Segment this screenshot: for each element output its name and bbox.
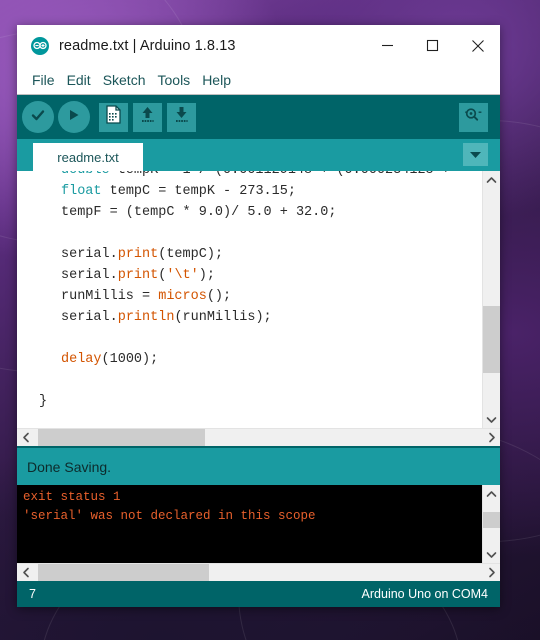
scroll-down-arrow[interactable]	[483, 411, 500, 428]
close-button[interactable]	[455, 25, 500, 66]
editor-hscroll-thumb[interactable]	[38, 429, 205, 446]
console-line: 'serial' was not declared in this scope	[23, 509, 316, 523]
scroll-right-arrow[interactable]	[483, 429, 500, 446]
console-hscroll-track[interactable]	[34, 564, 483, 581]
code-line: serial.println(runMillis);	[39, 307, 482, 328]
code-token: runMillis =	[61, 289, 159, 304]
code-line: delay(1000);	[39, 349, 482, 370]
line-number-indicator: 7	[29, 587, 36, 601]
save-sketch-button[interactable]	[167, 102, 196, 132]
toolbar	[17, 95, 500, 139]
code-token: serial.	[61, 310, 118, 325]
code-token: tempC = tempK - 273.15;	[101, 184, 296, 199]
serial-monitor-button[interactable]	[459, 102, 488, 132]
new-sketch-button[interactable]	[99, 102, 128, 132]
code-token: serial.	[61, 268, 118, 283]
console-scroll-down-arrow[interactable]	[483, 546, 500, 563]
board-port-indicator: Arduino Uno on COM4	[361, 587, 488, 601]
console-output[interactable]: exit status 1 'serial' was not declared i…	[17, 485, 482, 563]
code-token: delay	[61, 352, 102, 367]
console-line: exit status 1	[23, 490, 121, 504]
code-token: println	[117, 310, 175, 325]
console-area: exit status 1 'serial' was not declared i…	[17, 485, 500, 563]
editor-horizontal-scrollbar[interactable]	[17, 428, 500, 446]
chevron-down-icon	[469, 146, 482, 164]
code-line: float tempC = tempK - 273.15;	[39, 181, 482, 202]
tab-strip: readme.txt	[17, 139, 500, 171]
open-sketch-icon	[139, 105, 156, 129]
serial-monitor-magnifier-icon	[464, 106, 483, 128]
code-token: micros	[158, 289, 207, 304]
verify-button[interactable]	[22, 101, 54, 133]
editor-hscroll-track[interactable]	[34, 429, 483, 446]
scroll-up-arrow[interactable]	[483, 171, 500, 188]
verify-checkmark-icon	[29, 106, 47, 129]
menu-bar: File Edit Sketch Tools Help	[17, 66, 500, 95]
editor-vscroll-track[interactable]	[483, 188, 500, 411]
upload-arrow-icon	[65, 106, 83, 129]
tab-readme-txt[interactable]: readme.txt	[33, 143, 143, 171]
menu-item-edit[interactable]: Edit	[61, 72, 97, 88]
window-title: readme.txt | Arduino 1.8.13	[59, 37, 236, 54]
minimize-button[interactable]	[365, 25, 410, 66]
console-hscroll-thumb[interactable]	[38, 564, 210, 581]
code-token: }	[39, 394, 48, 409]
upload-button[interactable]	[58, 101, 90, 133]
console-vertical-scrollbar[interactable]	[482, 485, 500, 563]
new-sketch-icon	[105, 105, 122, 129]
code-token: (runMillis);	[174, 310, 272, 325]
menu-item-sketch[interactable]: Sketch	[97, 72, 152, 88]
editor-area: double tempK = 1 / (0.001129148 + (0.000…	[17, 171, 500, 428]
arduino-ide-window: readme.txt | Arduino 1.8.13 File Edit Sk…	[17, 25, 500, 607]
code-text: double tempK = 1 / (0.001129148 + (0.000…	[17, 171, 482, 412]
code-token: print	[117, 268, 159, 283]
maximize-button[interactable]	[410, 25, 455, 66]
editor-vertical-scrollbar[interactable]	[482, 171, 500, 428]
arduino-infinity-icon	[31, 36, 49, 55]
code-line: serial.print(tempC);	[39, 244, 482, 265]
code-line: runMillis = micros();	[39, 286, 482, 307]
code-token: serial.	[61, 247, 118, 262]
code-token: );	[198, 268, 215, 283]
console-scroll-left-arrow[interactable]	[17, 564, 34, 581]
console-vscroll-track[interactable]	[483, 502, 500, 546]
code-token: (1000);	[101, 352, 159, 367]
code-token: (tempC);	[158, 247, 224, 262]
tab-dropdown-button[interactable]	[463, 143, 488, 166]
code-line: double tempK = 1 / (0.001129148 + (0.000…	[39, 171, 482, 181]
open-sketch-button[interactable]	[133, 102, 162, 132]
code-token: ();	[206, 289, 232, 304]
menu-item-help[interactable]: Help	[196, 72, 237, 88]
save-sketch-icon	[173, 105, 190, 129]
code-token: tempF = (tempC * 9.0)/ 5.0 + 32.0;	[61, 205, 337, 220]
code-token: tempK = 1 / (0.001129148 + (0.000234125 …	[110, 171, 450, 178]
menu-item-tools[interactable]: Tools	[152, 72, 197, 88]
code-token: print	[117, 247, 159, 262]
code-token: double	[61, 171, 110, 178]
code-editor[interactable]: double tempK = 1 / (0.001129148 + (0.000…	[17, 171, 482, 428]
console-scroll-right-arrow[interactable]	[483, 564, 500, 581]
code-line: }	[39, 391, 482, 412]
console-horizontal-scrollbar[interactable]	[17, 563, 500, 581]
code-line: tempF = (tempC * 9.0)/ 5.0 + 32.0;	[39, 202, 482, 223]
scroll-left-arrow[interactable]	[17, 429, 34, 446]
code-token: '\t'	[166, 268, 199, 283]
title-bar[interactable]: readme.txt | Arduino 1.8.13	[17, 25, 500, 66]
code-line: serial.print('\t');	[39, 265, 482, 286]
status-bar: 7 Arduino Uno on COM4	[17, 581, 500, 607]
menu-item-file[interactable]: File	[26, 72, 61, 88]
editor-vscroll-thumb[interactable]	[483, 306, 500, 374]
code-token: float	[61, 184, 102, 199]
console-scroll-up-arrow[interactable]	[483, 485, 500, 502]
status-message: Done Saving.	[17, 446, 500, 485]
console-vscroll-thumb[interactable]	[483, 511, 500, 529]
